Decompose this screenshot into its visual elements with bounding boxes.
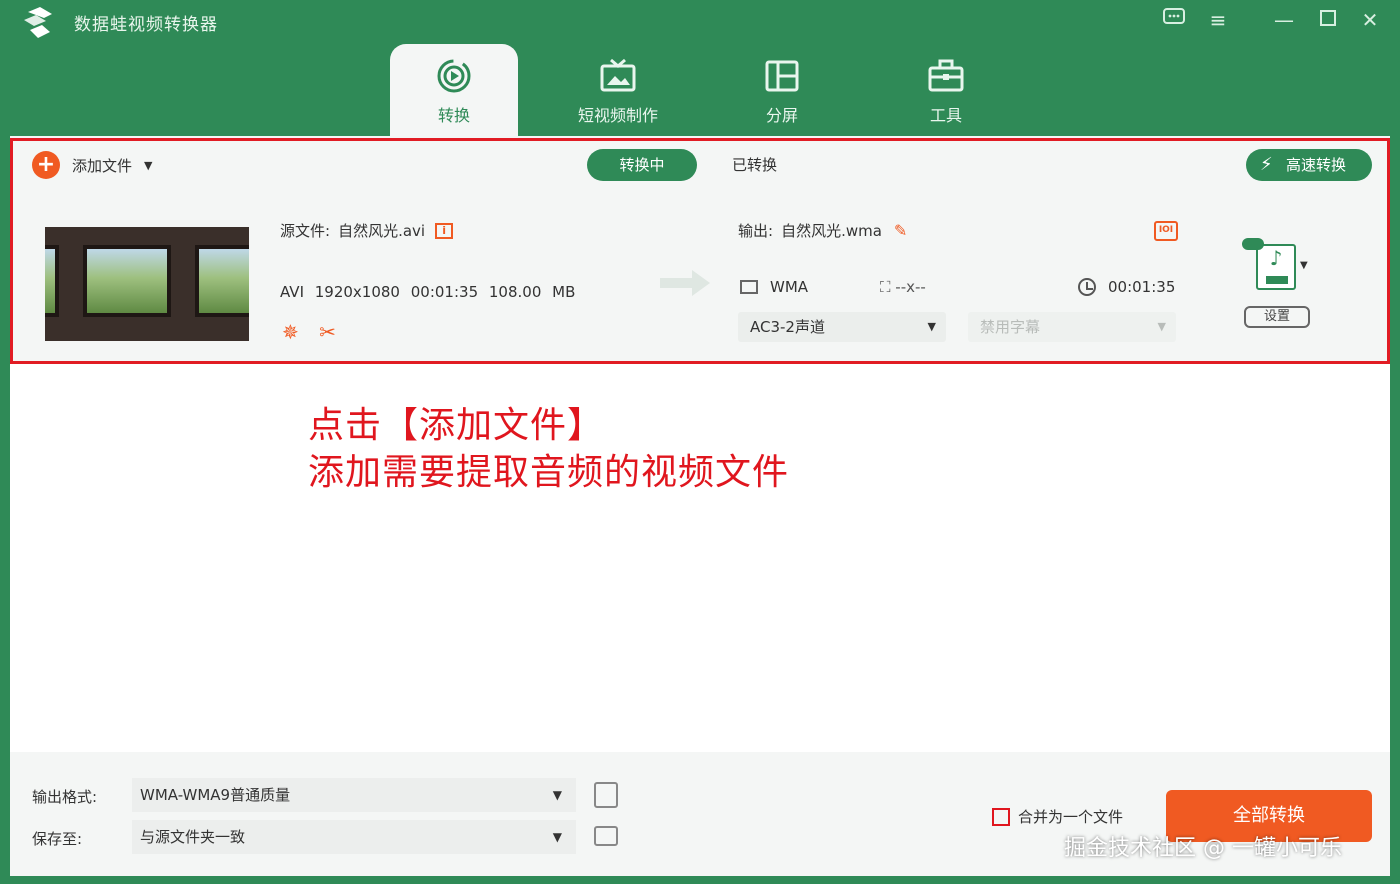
highlight-frame — [10, 138, 1390, 364]
save-to-value: 与源文件夹一致 — [140, 828, 246, 846]
output-format-value: WMA-WMA9普通质量 — [140, 786, 291, 804]
convert-icon — [437, 59, 471, 93]
format-settings-icon[interactable] — [594, 782, 618, 808]
checkbox-icon[interactable] — [992, 807, 1010, 826]
tab-convert-label: 转换 — [437, 106, 470, 125]
tab-split-screen-label: 分屏 — [765, 106, 798, 125]
tab-split-screen[interactable]: 分屏 — [718, 44, 846, 136]
main-panel: + 添加文件 ▼ 转换中 已转换 ⚡ 高速转换 源文件: 自然风光.avi i … — [10, 136, 1390, 876]
bottom-bar: 输出格式: WMA-WMA9普通质量 ▼ 保存至: 与源文件夹一致 ▼ 合并为一… — [10, 752, 1390, 876]
split-screen-icon — [765, 60, 799, 92]
menu-icon[interactable]: ≡ — [1204, 6, 1232, 34]
tab-short-video-label: 短视频制作 — [577, 106, 658, 125]
folder-icon[interactable] — [594, 826, 618, 846]
tab-convert[interactable]: 转换 — [390, 44, 518, 136]
tutorial-annotation: 点击【添加文件】 添加需要提取音频的视频文件 — [308, 402, 789, 496]
close-icon[interactable]: ✕ — [1356, 6, 1384, 34]
app-logo-icon — [24, 7, 52, 38]
watermark: 掘金技术社区 @ 一罐小可乐 — [1064, 836, 1342, 861]
chevron-down-icon: ▼ — [552, 788, 562, 802]
chevron-down-icon: ▼ — [552, 830, 562, 844]
merge-label: 合并为一个文件 — [1018, 808, 1124, 826]
tab-tools-label: 工具 — [929, 106, 962, 125]
save-to-label: 保存至: — [32, 830, 83, 848]
save-to-select[interactable]: 与源文件夹一致 ▼ — [132, 820, 576, 854]
minimize-icon[interactable]: — — [1270, 6, 1298, 34]
tab-short-video[interactable]: 短视频制作 — [554, 44, 682, 136]
maximize-icon[interactable] — [1314, 6, 1342, 34]
toolbox-icon — [928, 59, 964, 92]
output-format-select[interactable]: WMA-WMA9普通质量 ▼ — [132, 778, 576, 812]
feedback-icon[interactable] — [1160, 6, 1188, 34]
annotation-line-2: 添加需要提取音频的视频文件 — [308, 452, 790, 493]
tv-icon — [600, 58, 636, 92]
app-title: 数据蛙视频转换器 — [74, 15, 218, 35]
output-format-label: 输出格式: — [32, 788, 98, 806]
tab-tools[interactable]: 工具 — [882, 44, 1010, 136]
annotation-line-1: 点击【添加文件】 — [308, 405, 605, 446]
merge-checkbox[interactable]: 合并为一个文件 — [992, 806, 1123, 827]
title-bar: 数据蛙视频转换器 ≡ — ✕ — [0, 0, 1400, 44]
